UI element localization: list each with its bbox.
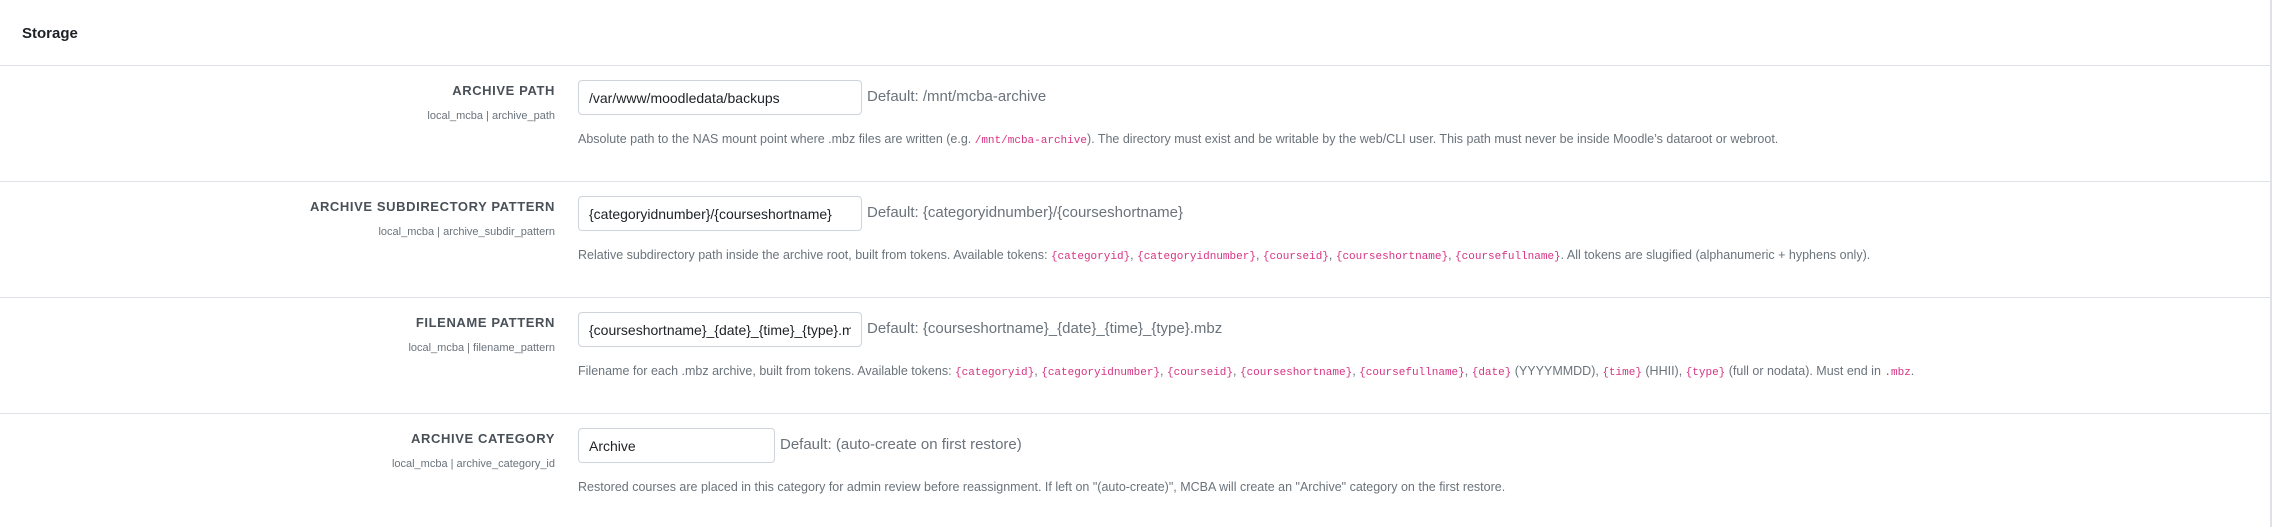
setting-name: ARCHIVE SUBDIRECTORY PATTERN xyxy=(309,199,555,214)
description-text: , xyxy=(1448,248,1456,262)
description-text: , xyxy=(1233,364,1240,378)
token-code: {categoryidnumber} xyxy=(1041,367,1161,379)
token-code: {categoryid} xyxy=(955,367,1035,379)
description-text: Absolute path to the NAS mount point whe… xyxy=(578,132,975,146)
token-code: {courseid} xyxy=(1262,251,1329,263)
setting-description: Filename for each .mbz archive, built fr… xyxy=(578,364,1914,379)
setting-archive-path: ARCHIVE PATH local_mcba | archive_path D… xyxy=(0,65,2270,181)
setting-archive-subdir-pattern: ARCHIVE SUBDIRECTORY PATTERN local_mcba … xyxy=(0,181,2270,297)
setting-description: Relative subdirectory path inside the ar… xyxy=(578,248,1870,263)
setting-description: Absolute path to the NAS mount point whe… xyxy=(578,132,1778,147)
archive-category-input[interactable] xyxy=(578,428,775,463)
token-code: {time} xyxy=(1602,367,1642,379)
default-value: Default: {categoryidnumber}/{courseshort… xyxy=(867,204,1184,221)
setting-name: FILENAME PATTERN xyxy=(415,315,555,330)
setting-archive-category: ARCHIVE CATEGORY local_mcba | archive_ca… xyxy=(0,413,2270,529)
description-text: , xyxy=(1328,248,1336,262)
filename-pattern-input[interactable] xyxy=(578,312,862,347)
default-value: Default: /mnt/mcba-archive xyxy=(867,88,1047,105)
setting-key: local_mcba | archive_category_id xyxy=(391,458,555,470)
token-code: {coursefullname} xyxy=(1359,367,1465,379)
setting-name: ARCHIVE CATEGORY xyxy=(411,431,555,446)
description-text: (HHII), xyxy=(1641,364,1686,378)
token-code: {courseshortname} xyxy=(1335,251,1449,263)
setting-filename-pattern: FILENAME PATTERN local_mcba | filename_p… xyxy=(0,297,2270,413)
setting-key: local_mcba | archive_path xyxy=(427,110,555,122)
archive-path-input[interactable] xyxy=(578,80,862,115)
token-code: {type} xyxy=(1685,367,1726,379)
description-text: , xyxy=(1464,364,1472,378)
token-code: {categoryidnumber} xyxy=(1137,251,1256,263)
setting-name: ARCHIVE PATH xyxy=(452,83,555,98)
setting-key: local_mcba | archive_subdir_pattern xyxy=(378,226,555,238)
token-code: {courseshortname} xyxy=(1239,367,1353,379)
settings-page: Storage ARCHIVE PATH local_mcba | archiv… xyxy=(0,0,2272,527)
description-text: , xyxy=(1255,248,1263,262)
description-text: (YYYYMMDD), xyxy=(1511,364,1603,378)
description-text: ). The directory must exist and be writa… xyxy=(1086,132,1779,146)
section-title: Storage xyxy=(22,25,78,42)
token-code: {coursefullname} xyxy=(1455,251,1561,263)
archive-subdir-pattern-input[interactable] xyxy=(578,196,862,231)
description-text: Restored courses are placed in this cate… xyxy=(578,480,1506,494)
description-text: , xyxy=(1160,364,1167,378)
description-text: . All tokens are slugified (alphanumeric… xyxy=(1560,248,1871,262)
setting-key: local_mcba | filename_pattern xyxy=(408,342,555,354)
description-text: . xyxy=(1910,364,1915,378)
token-code: {courseid} xyxy=(1167,367,1234,379)
description-text: Relative subdirectory path inside the ar… xyxy=(578,248,1051,262)
default-value: Default: {courseshortname}_{date}_{time}… xyxy=(867,320,1223,337)
default-value: Default: (auto-create on first restore) xyxy=(780,436,1022,453)
token-code: {categoryid} xyxy=(1050,251,1131,263)
token-code: .mbz xyxy=(1884,367,1911,379)
setting-description: Restored courses are placed in this cate… xyxy=(578,480,1505,494)
token-code: /mnt/mcba-archive xyxy=(974,135,1087,147)
description-text: Filename for each .mbz archive, built fr… xyxy=(578,364,956,378)
description-text: (full or nodata). Must end in xyxy=(1725,364,1885,378)
token-code: {date} xyxy=(1471,367,1512,379)
